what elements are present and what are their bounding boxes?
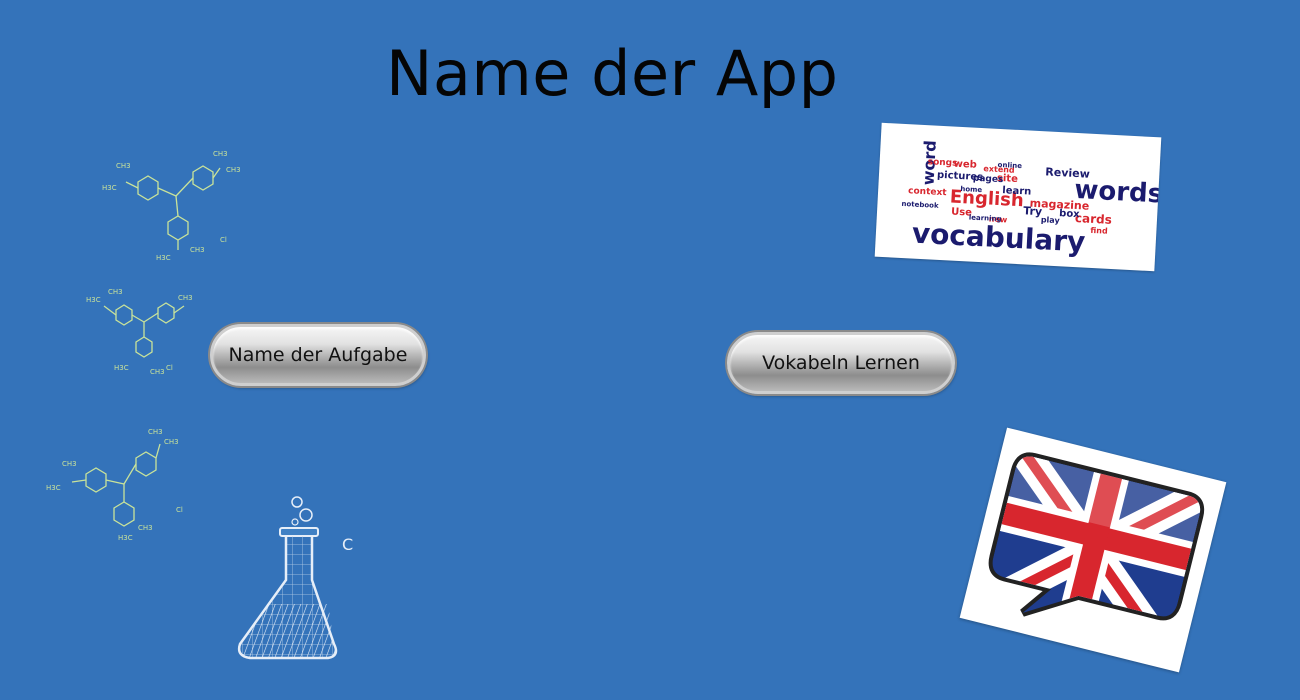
molecule-illustration-middle: H3C CH3 CH3 H3C CH3 Cl [86,288,193,376]
svg-text:CH3: CH3 [164,438,179,446]
speech-bubble-flag-icon [981,452,1205,649]
svg-text:CH3: CH3 [226,166,241,174]
svg-text:CH3: CH3 [148,428,163,436]
svg-text:CH3: CH3 [116,162,131,170]
svg-text:Cl: Cl [220,236,227,244]
svg-text:CH3: CH3 [108,288,123,296]
svg-text:H3C: H3C [102,184,117,192]
molecule-illustration-top: CH3 H3C CH3 CH3 H3C CH3 Cl [102,150,241,262]
app-title: Name der App [386,37,839,110]
svg-text:H3C: H3C [86,296,101,304]
svg-text:Cl: Cl [176,506,183,514]
molecule-illustration-bottom: CH3 CH3 CH3 H3C H3C CH3 Cl [46,428,183,542]
svg-text:CH3: CH3 [150,368,165,376]
svg-text:H3C: H3C [46,484,61,492]
svg-text:C: C [342,535,353,554]
vocabulary-wordcloud-image: vocabulary words English Review magazine… [874,122,1162,272]
svg-text:CH3: CH3 [62,460,77,468]
uk-flag-speech-bubble-image [959,427,1227,673]
task-button[interactable]: Name der Aufgabe [210,324,426,386]
svg-text:CH3: CH3 [138,524,153,532]
svg-text:CH3: CH3 [178,294,193,302]
flask-illustration: C [237,496,353,660]
svg-text:H3C: H3C [114,364,129,372]
svg-text:H3C: H3C [118,534,133,542]
svg-text:Cl: Cl [166,364,173,372]
svg-text:CH3: CH3 [190,246,205,254]
svg-text:CH3: CH3 [213,150,228,158]
svg-text:H3C: H3C [156,254,171,262]
vocabulary-learn-button[interactable]: Vokabeln Lernen [727,332,955,394]
